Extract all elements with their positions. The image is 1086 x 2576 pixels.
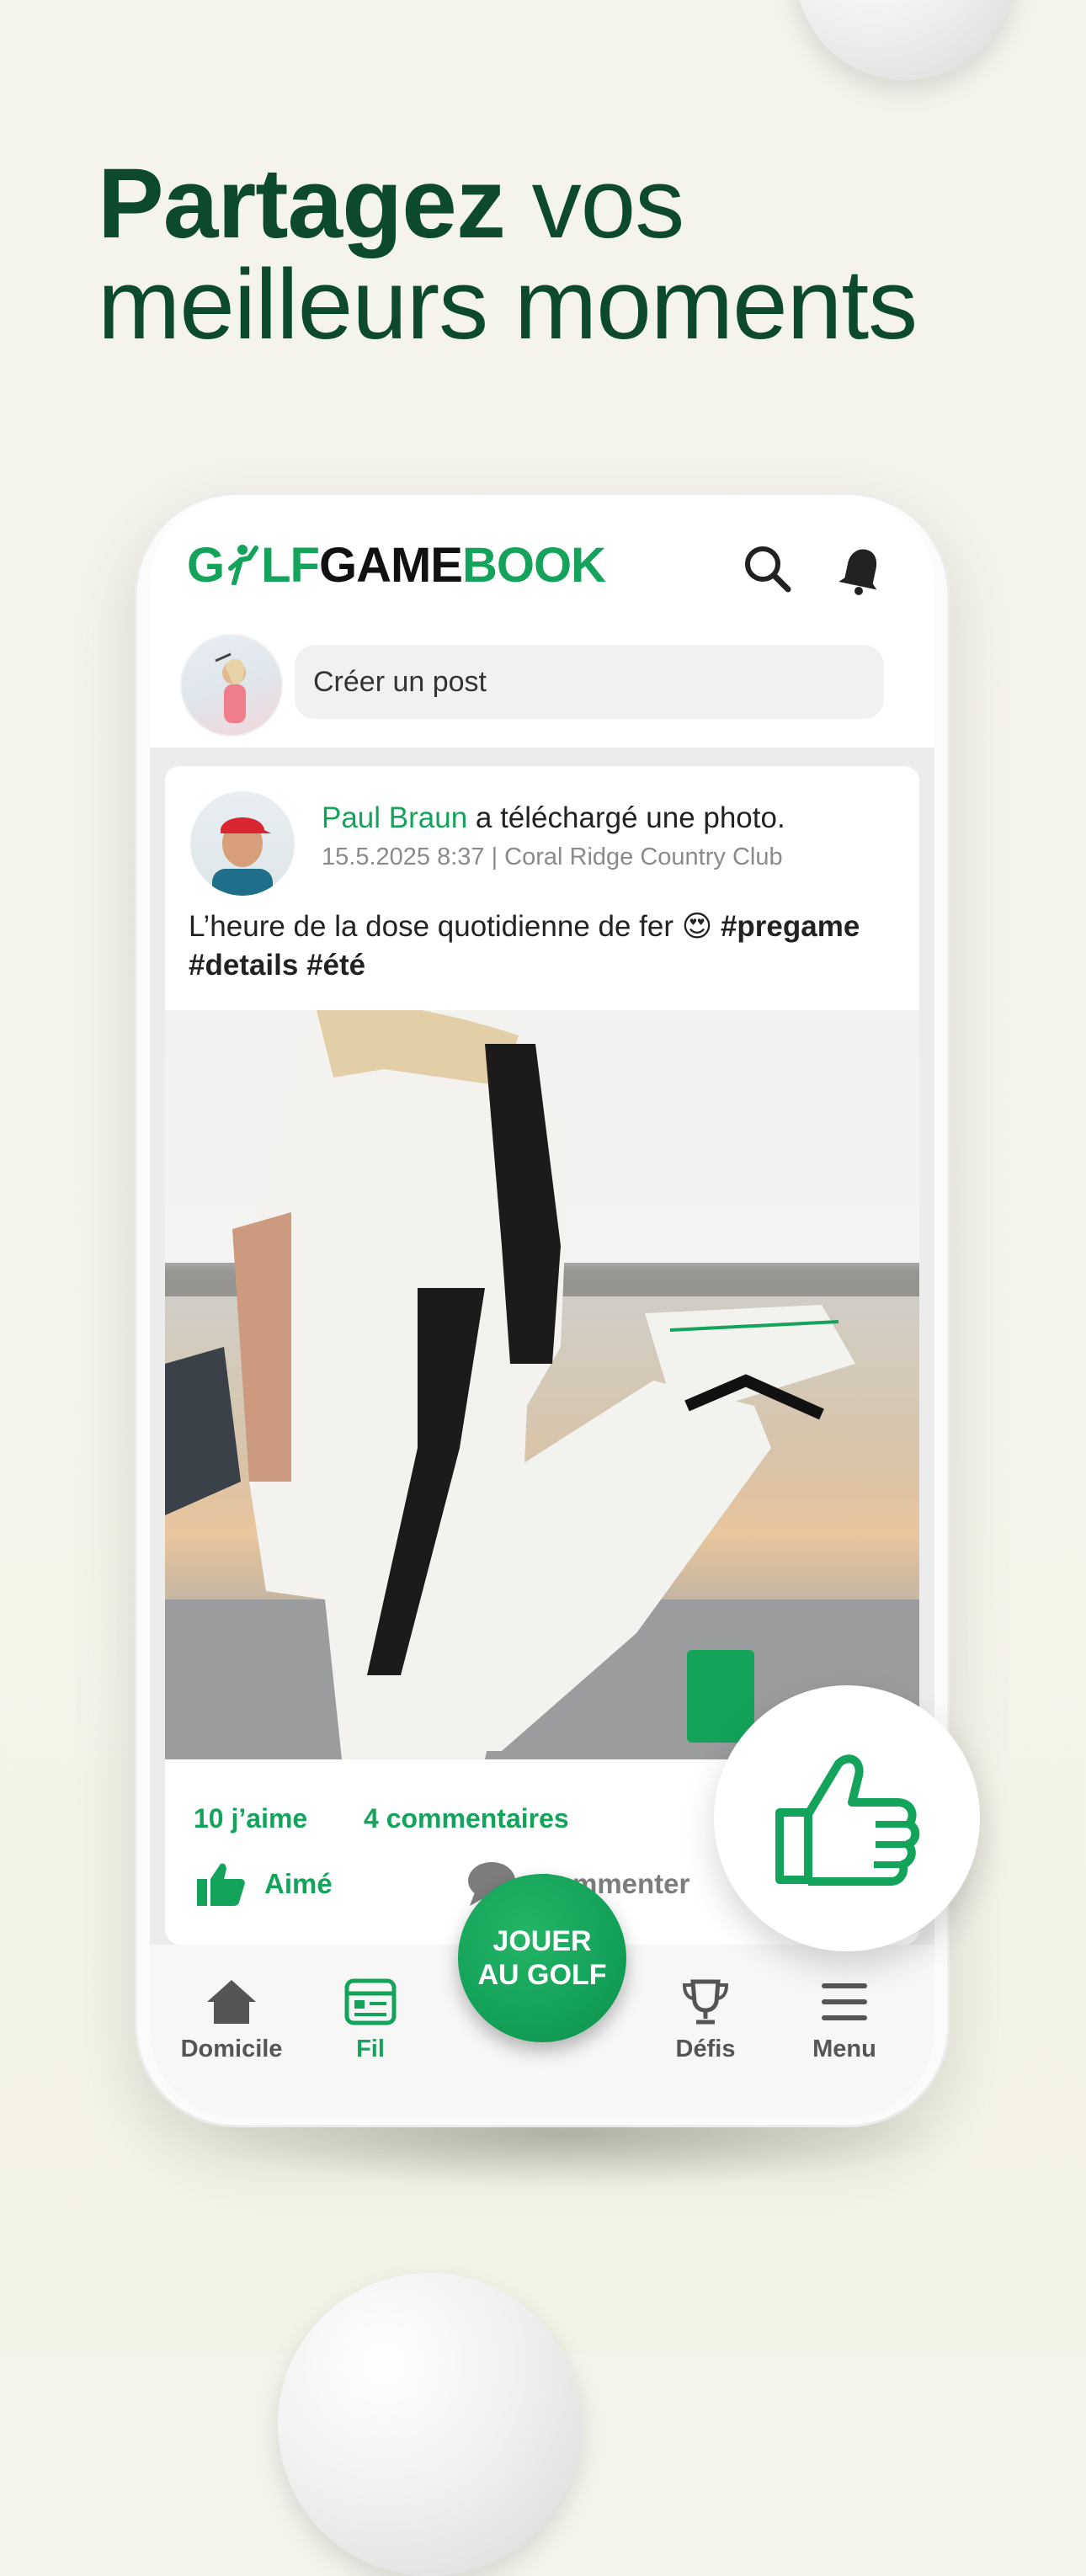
nav-challenges-label: Défis — [675, 2036, 736, 2062]
menu-icon — [822, 1983, 867, 2020]
golf-ball-decoration — [278, 2273, 581, 2576]
bell-icon[interactable] — [830, 539, 889, 598]
app-header: G LFGAMEBOOK Créer un post — [150, 495, 934, 748]
nav-feed-label: Fil — [356, 2036, 385, 2062]
post-action-text: a téléchargé une photo. — [467, 801, 785, 834]
post-text: L’heure de la dose quotidienne de fer 😍 … — [189, 907, 896, 985]
avatar-image — [212, 817, 273, 896]
nav-menu-label: Menu — [812, 2036, 876, 2062]
nav-home[interactable]: Domicile — [164, 1977, 299, 2063]
play-label-line2: AU GOLF — [477, 1959, 607, 1991]
nav-challenges[interactable]: Défis — [638, 1977, 773, 2063]
home-icon — [207, 1980, 256, 2024]
author-name[interactable]: Paul Braun — [322, 801, 467, 834]
logo-part: G — [187, 538, 225, 593]
thumbs-up-icon — [197, 1863, 245, 1906]
likes-count[interactable]: 10 j’aime — [194, 1803, 307, 1834]
like-label: Aimé — [264, 1868, 333, 1899]
golf-ball-decoration — [796, 0, 1014, 80]
trophy-icon — [682, 1979, 729, 2025]
comments-count[interactable]: 4 commentaires — [364, 1803, 569, 1834]
app-logo: G LFGAMEBOOK — [187, 537, 606, 593]
golfer-photo-image — [165, 1010, 919, 1759]
logo-part: LF — [261, 538, 320, 593]
post-photo[interactable] — [165, 1010, 919, 1759]
headline: Partagez vos meilleurs moments — [98, 153, 918, 355]
user-avatar[interactable] — [180, 634, 283, 737]
play-golf-button[interactable]: JOUER AU GOLF — [458, 1874, 626, 2042]
headline-line2: meilleurs moments — [98, 249, 918, 360]
post-body: L’heure de la dose quotidienne de fer 😍 — [189, 910, 721, 943]
avatar-image — [215, 652, 246, 723]
post-meta: 15.5.2025 8:37 | Coral Ridge Country Clu… — [322, 844, 783, 870]
nav-menu[interactable]: Menu — [777, 1977, 912, 2063]
nav-feed[interactable]: Fil — [303, 1977, 438, 2063]
headline-bold: Partagez — [98, 148, 506, 259]
play-label-line1: JOUER — [492, 1925, 592, 1957]
nav-home-label: Domicile — [180, 2036, 283, 2062]
headline-rest: vos — [504, 148, 685, 259]
search-icon[interactable] — [737, 539, 796, 598]
logo-part: BOOK — [461, 538, 606, 593]
feed-icon — [344, 1978, 397, 2025]
like-button[interactable]: Aimé — [195, 1860, 333, 1908]
thumbs-up-icon — [775, 1754, 920, 1886]
author-avatar[interactable] — [190, 791, 295, 896]
logo-part: GAME — [318, 538, 463, 593]
like-badge — [714, 1685, 980, 1951]
golfer-logo-icon — [228, 545, 259, 586]
post-title: Paul Braun a téléchargé une photo. — [322, 801, 785, 835]
create-post-input[interactable]: Créer un post — [295, 645, 884, 719]
